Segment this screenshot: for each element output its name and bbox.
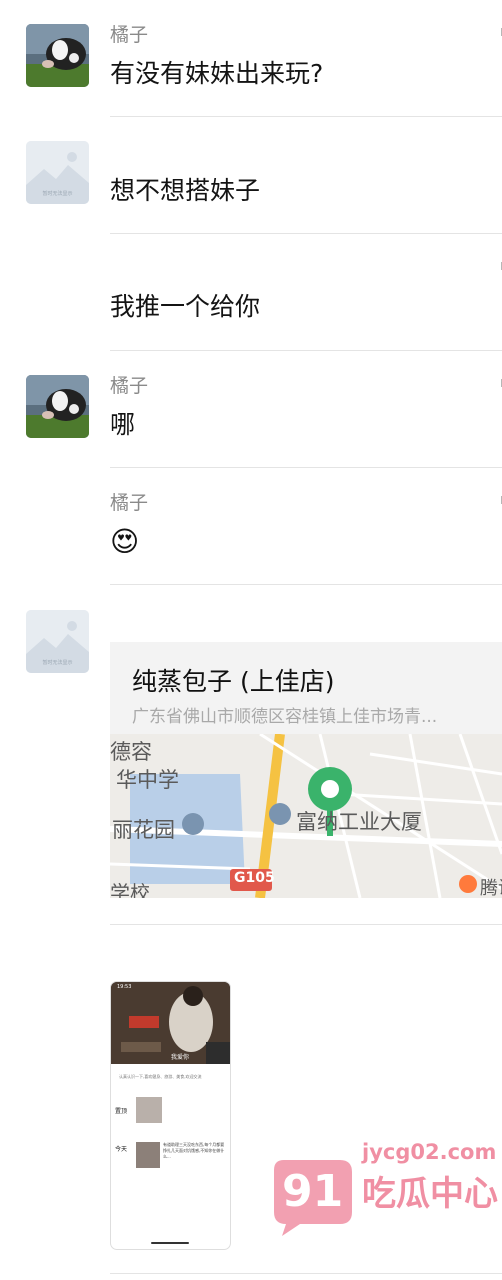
avatar-juzi[interactable] <box>26 375 89 438</box>
sender-name: 橘子 <box>110 375 149 397</box>
location-card[interactable]: 纯蒸包子 (上佳店) 广东省佛山市顺德区容桂镇上佳市场青... 德容 华中学 丽… <box>110 642 502 898</box>
message-text[interactable]: 我推一个给你 <box>110 291 260 323</box>
map-label-school-top1: 德容 <box>110 740 152 764</box>
cow-avatar-image <box>26 375 89 438</box>
message-text[interactable]: 想不想搭妹子 <box>110 175 260 207</box>
message-text[interactable]: 哪 <box>110 409 135 441</box>
location-title: 纯蒸包子 (上佳店) <box>132 667 335 696</box>
scroll-indicator <box>498 496 502 504</box>
map-label-school-top2: 华中学 <box>116 768 179 792</box>
divider <box>110 350 502 351</box>
sender-name: 橘子 <box>110 492 149 514</box>
placeholder-caption: 暂时无法显示 <box>42 659 72 666</box>
avatar-placeholder[interactable]: 暂时无法显示 <box>26 610 89 673</box>
divider <box>110 1273 502 1274</box>
thumb-caption: 我爱你 <box>171 1054 190 1061</box>
map-label-garden: 丽花园 <box>112 818 175 842</box>
divider <box>110 116 502 117</box>
divider <box>110 584 502 585</box>
watermark-number: 91 <box>282 1166 344 1217</box>
map-preview[interactable]: 德容 华中学 丽花园 富纳工业大厦 学校 G105 腾讯 <box>110 734 502 898</box>
screenshot-thumbnail[interactable]: 19:53 我爱你 认真认识一下,喜欢健身、旅游、美食,欢迎交流 置顶 今天 有… <box>110 981 231 1250</box>
avatar-placeholder[interactable]: 暂时无法显示 <box>26 141 89 204</box>
scroll-indicator <box>498 28 502 36</box>
emoji-message[interactable]: 😍 <box>110 526 139 558</box>
avatar-juzi[interactable] <box>26 24 89 87</box>
image-placeholder-icon: 暂时无法显示 <box>26 610 89 673</box>
divider <box>110 924 502 925</box>
map-label-building: 富纳工业大厦 <box>296 810 422 834</box>
watermark-domain: jycg02.com <box>362 1140 497 1164</box>
map-provider-label: 腾讯 <box>480 878 502 898</box>
sender-name: 橘子 <box>110 24 149 46</box>
thumb-row-text: 有道助理三天没吃东西,每个月都要挣扎几天面对饥饿感,不知你在做什么... <box>163 1142 225 1159</box>
map-label-school-bottom: 学校 <box>110 881 150 898</box>
home-indicator <box>151 1242 189 1244</box>
watermark-name: 吃瓜中心 <box>362 1174 498 1214</box>
divider <box>110 233 502 234</box>
cow-avatar-image <box>26 24 89 87</box>
thumb-row-image <box>136 1142 160 1168</box>
placeholder-caption: 暂时无法显示 <box>42 190 72 197</box>
divider <box>110 467 502 468</box>
image-placeholder-icon: 暂时无法显示 <box>26 141 89 204</box>
thumb-intro: 认真认识一下,喜欢健身、旅游、美食,欢迎交流 <box>119 1074 202 1079</box>
thumb-row-image <box>136 1097 162 1123</box>
message-text[interactable]: 有没有妹妹出来玩? <box>110 58 323 90</box>
location-address: 广东省佛山市顺德区容桂镇上佳市场青... <box>132 707 438 727</box>
scroll-indicator <box>498 262 502 270</box>
watermark-logo: 91 jycg02.com 吃瓜中心 <box>270 1140 498 1240</box>
thumb-row-label: 置顶 <box>115 1108 128 1115</box>
thumb-row-label: 今天 <box>115 1146 128 1153</box>
thumb-status-time: 19:53 <box>117 984 132 990</box>
highway-label: G105 <box>234 870 275 886</box>
scroll-indicator <box>498 379 502 387</box>
